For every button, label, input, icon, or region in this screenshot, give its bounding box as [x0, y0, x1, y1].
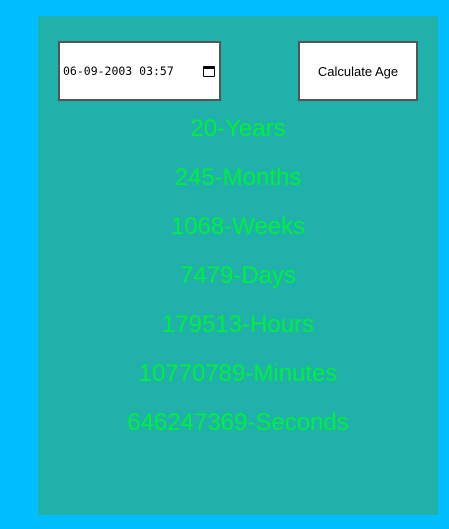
- age-days-result: 7479-Days: [179, 262, 297, 289]
- age-weeks-result: 1068-Weeks: [170, 213, 306, 240]
- age-minutes-result: 10770789-Minutes: [138, 360, 338, 387]
- calendar-icon[interactable]: [203, 65, 215, 77]
- birth-datetime-value[interactable]: 06-09-2003 03:57: [63, 64, 203, 78]
- birth-datetime-input[interactable]: 06-09-2003 03:57: [58, 41, 221, 101]
- age-hours-result: 179513-Hours: [161, 311, 315, 338]
- age-years-result: 20-Years: [190, 115, 286, 142]
- calculate-age-button[interactable]: Calculate Age: [298, 41, 418, 101]
- age-results-list: 20-Years 245-Months 1068-Weeks 7479-Days…: [38, 113, 438, 456]
- age-calculator-card: 06-09-2003 03:57 Calculate Age 20-Years …: [38, 16, 438, 515]
- age-months-result: 245-Months: [174, 164, 302, 191]
- age-seconds-result: 646247369-Seconds: [127, 409, 349, 436]
